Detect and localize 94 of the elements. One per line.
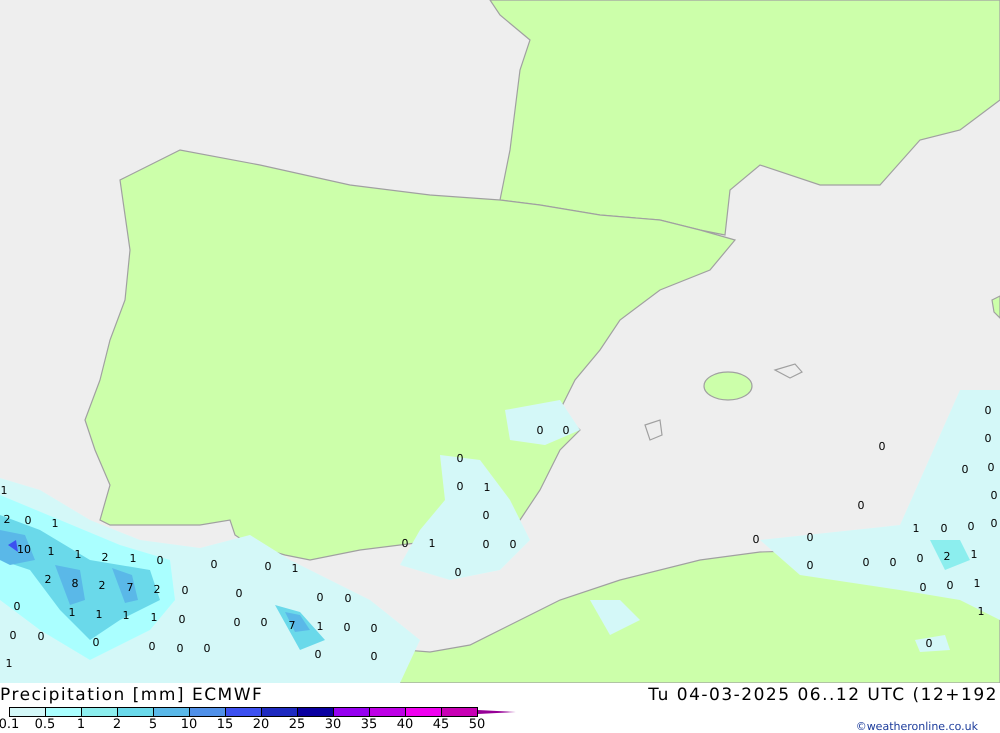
precipitation-value: 1 [974, 577, 980, 590]
precipitation-value: 0 [990, 489, 998, 502]
precipitation-value: 1 [912, 522, 920, 535]
precipitation-value: 0 [10, 629, 16, 642]
precipitation-value: 0 [402, 537, 408, 550]
precipitation-value: 1 [978, 605, 984, 618]
legend-title: Precipitation [mm] ECMWF [0, 685, 264, 705]
precipitation-value: 0 [878, 440, 886, 453]
precipitation-value: 0 [370, 622, 378, 635]
precipitation-value: 0 [456, 480, 464, 493]
precipitation-value: 0 [536, 424, 544, 437]
legend-tick-label: 25 [288, 717, 306, 732]
precipitation-value: 0 [890, 556, 896, 569]
precipitation-value: 0 [210, 558, 218, 571]
precipitation-value: 0 [916, 552, 924, 565]
precipitation-value: 1 [52, 517, 58, 530]
credit-link[interactable]: ©weatheronline.co.uk [856, 720, 1000, 733]
precipitation-value: 0 [920, 581, 926, 594]
precipitation-value: 0 [236, 587, 242, 600]
precipitation-value: 2 [102, 551, 108, 564]
precipitation-value: 1 [74, 548, 82, 561]
precipitation-value: 0 [182, 584, 188, 597]
legend-tick-label: 40 [396, 717, 414, 732]
legend-tick-label: 10 [180, 717, 198, 732]
precipitation-value: 0 [344, 592, 352, 605]
precipitation-value: 2 [4, 513, 10, 526]
precipitation-value: 0 [962, 463, 968, 476]
precipitation-value: 2 [944, 550, 950, 563]
precipitation-value: 1 [130, 552, 136, 565]
precipitation-value: 1 [428, 537, 436, 550]
precipitation-value: 0 [984, 404, 992, 417]
precipitation-value: 0 [752, 533, 760, 546]
precipitation-value: 0 [178, 613, 186, 626]
precipitation-value: 0 [862, 556, 870, 569]
legend-tick-label: 2 [112, 717, 122, 732]
precipitation-value: 0 [940, 522, 948, 535]
precipitation-value: 8 [72, 577, 78, 590]
legend-tick-label: 1 [76, 717, 86, 732]
legend-tick-label: 50 [468, 717, 486, 732]
precipitation-value: 1 [484, 481, 490, 494]
precipitation-value: 2 [98, 579, 106, 592]
precipitation-value: 1 [96, 608, 102, 621]
precipitation-value: 0 [24, 514, 32, 527]
legend-tick-label: 35 [360, 717, 378, 732]
valid-time: Tu 04-03-2025 06..12 UTC (12+192 [648, 685, 999, 705]
precipitation-value: 1 [150, 611, 158, 624]
precipitation-value: 0 [990, 517, 998, 530]
precipitation-value: 0 [510, 538, 516, 551]
precipitation-value: 0 [806, 559, 814, 572]
precipitation-value: 0 [926, 637, 932, 650]
precipitation-value: 7 [288, 619, 296, 632]
precipitation-value: 0 [204, 642, 210, 655]
precipitation-value: 0 [14, 600, 20, 613]
legend-tick-label: 45 [432, 717, 450, 732]
precipitation-value: 0 [858, 499, 864, 512]
precipitation-value: 2 [44, 573, 52, 586]
precipitation-value: 10 [17, 543, 31, 556]
precipitation-value: 0 [316, 591, 324, 604]
legend-tick-label: 0.5 [34, 717, 56, 732]
legend-tick-label: 20 [252, 717, 270, 732]
precipitation-value: 1 [6, 657, 12, 670]
precipitation-value: 0 [38, 630, 44, 643]
precipitation-value: 0 [454, 566, 462, 579]
precipitation-value: 7 [126, 581, 134, 594]
legend-tick-label: 30 [324, 717, 342, 732]
precipitation-value: 2 [154, 583, 160, 596]
precipitation-value: 0 [92, 636, 100, 649]
precipitation-value: 0 [806, 531, 814, 544]
precipitation-value: 0 [260, 616, 268, 629]
legend-tick-label: 15 [216, 717, 234, 732]
precipitation-value: 0 [344, 621, 350, 634]
precipitation-value: 1 [970, 548, 978, 561]
precipitation-value: 1 [0, 484, 8, 497]
precipitation-value: 0 [988, 461, 994, 474]
precipitation-value: 0 [234, 616, 240, 629]
precipitation-value: 0 [176, 642, 184, 655]
precipitation-value: 0 [482, 509, 490, 522]
precipitation-value: 1 [48, 545, 54, 558]
precipitation-value: 1 [316, 620, 324, 633]
precipitation-value: 0 [370, 650, 378, 663]
precipitation-value: 0 [562, 424, 570, 437]
precipitation-value: 1 [292, 562, 298, 575]
precipitation-value: 0 [984, 432, 992, 445]
precipitation-value: 1 [68, 606, 76, 619]
precipitation-value: 0 [264, 560, 272, 573]
precipitation-value: 0 [456, 452, 464, 465]
precipitation-value: 0 [946, 579, 954, 592]
legend-tick-label: 5 [148, 717, 158, 732]
precipitation-value: 0 [482, 538, 490, 551]
precipitation-value: 0 [314, 648, 322, 661]
precipitation-value: 0 [148, 640, 156, 653]
precipitation-value: 1 [122, 609, 130, 622]
precipitation-value: 0 [968, 520, 974, 533]
precipitation-value: 0 [156, 554, 164, 567]
